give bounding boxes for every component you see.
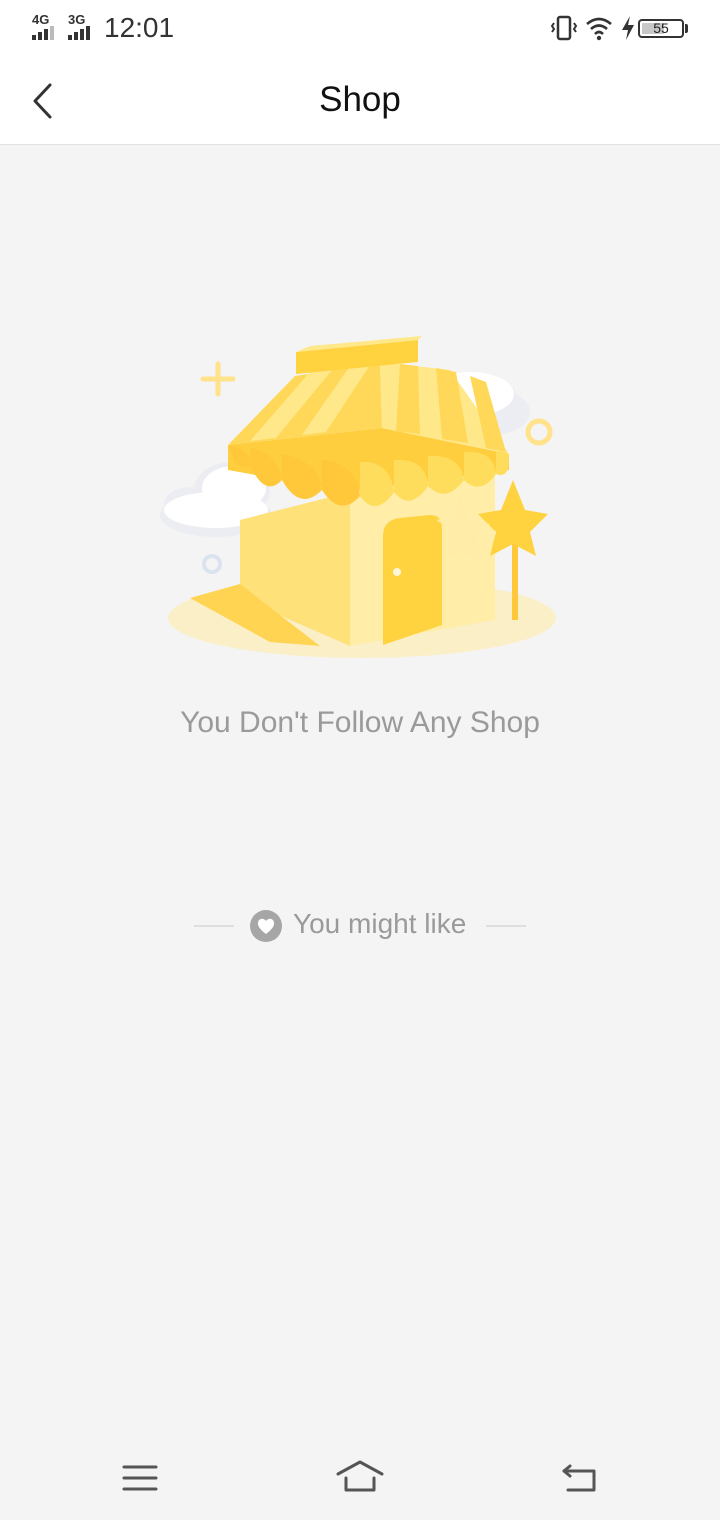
wifi-icon [586,17,612,41]
home-button[interactable] [336,1454,384,1502]
network-type-3g: 3G [68,12,86,27]
page-title: Shop [319,80,401,119]
charging-icon [622,16,634,40]
vibrate-icon [550,15,578,41]
system-navigation-bar [0,1436,720,1520]
signal-3g-icon: 3G [68,12,98,42]
empty-state-message: You Don't Follow Any Shop [180,706,540,739]
battery-tip [685,24,688,33]
status-time: 12:01 [104,12,175,43]
you-might-like-divider: You might like [0,904,720,948]
battery-level: 55 [653,20,669,36]
you-might-like-label: You might like [293,908,467,939]
menu-button[interactable] [116,1454,164,1502]
signal-4g-icon: 4G [32,12,62,42]
heart-icon [250,910,282,942]
system-back-button[interactable] [556,1454,604,1502]
back-icon [562,1464,596,1492]
top-nav-bar: Shop [0,56,720,145]
divider-line-right [486,925,526,927]
network-type-4g: 4G [32,12,50,27]
status-bar: 4G 3G 12:01 55 [0,0,720,56]
menu-icon [122,1465,158,1491]
shop-illustration [160,336,556,658]
home-icon [336,1460,384,1492]
divider-line-left [194,925,234,927]
battery-icon: 55 [638,19,684,38]
